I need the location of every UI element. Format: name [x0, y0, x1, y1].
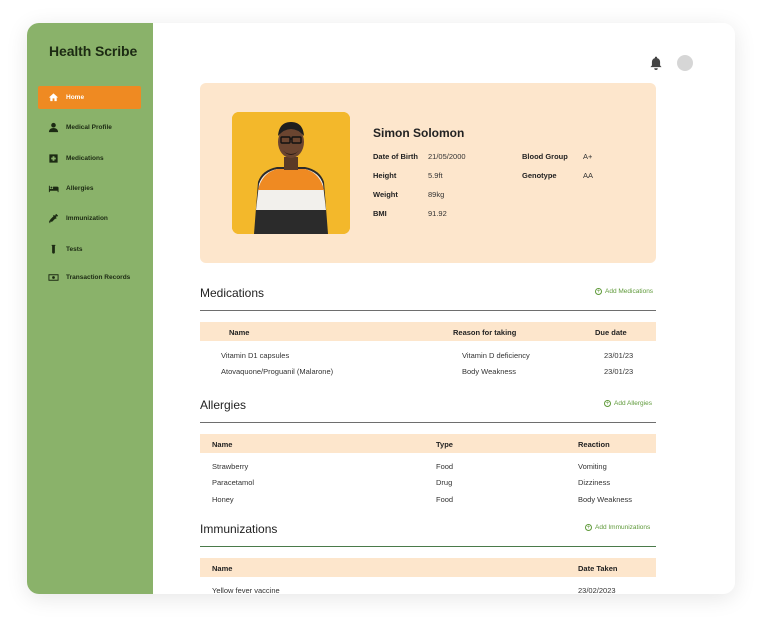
money-icon [47, 272, 59, 284]
app-title: Health Scribe [49, 43, 138, 59]
add-allergies-label: Add Allergies [614, 400, 652, 407]
immunization-name: Yellow fever vaccine [212, 586, 280, 594]
sidebar-item-home[interactable]: Home [38, 86, 141, 109]
sidebar-item-label: Medications [66, 155, 104, 162]
bmi-label: BMI [373, 209, 387, 218]
user-icon [47, 122, 59, 134]
column-header: Name [212, 564, 233, 573]
medications-table-header: Name Reason for taking Due date [200, 322, 656, 341]
height-label: Height [373, 171, 397, 180]
immunization-date: 23/02/2023 [578, 586, 616, 594]
home-icon [47, 92, 59, 104]
bell-icon[interactable] [649, 55, 663, 71]
patient-name: Simon Solomon [373, 126, 465, 140]
add-immunizations-button[interactable]: + Add Immunizations [585, 524, 650, 531]
divider [200, 422, 656, 423]
sidebar-item-label: Immunization [66, 215, 108, 222]
column-header: Date Taken [578, 564, 618, 573]
add-medications-label: Add Medications [605, 288, 654, 295]
sidebar-item-label: Medical Profile [66, 124, 112, 131]
allergy-type: Food [436, 495, 454, 504]
medications-title: Medications [200, 286, 265, 300]
allergy-reaction: Body Weakness [578, 495, 633, 504]
allergy-name: Strawberry [212, 462, 249, 471]
sidebar-item-allergies[interactable]: Allergies [38, 177, 141, 200]
medical-plus-icon [47, 153, 59, 165]
sidebar: Health Scribe Home Medical Profile Medic… [27, 23, 153, 594]
plus-circle-icon: + [595, 288, 602, 295]
immunizations-table-header: Name Date Taken [200, 558, 656, 577]
allergies-title: Allergies [200, 398, 247, 412]
user-avatar[interactable] [677, 55, 693, 71]
column-header: Due date [595, 328, 627, 337]
sidebar-item-label: Home [66, 94, 85, 101]
allergy-type: Drug [436, 478, 453, 487]
plus-circle-icon: + [604, 400, 611, 407]
sidebar-item-label: Transaction Records [66, 274, 131, 281]
sidebar-item-label: Tests [66, 246, 83, 253]
immunizations-title: Immunizations [200, 522, 278, 536]
medication-reason: Vitamin D deficiency [462, 351, 530, 360]
profile-card: Simon Solomon Date of Birth 21/05/2000 H… [200, 83, 656, 263]
height-value: 5.9ft [428, 171, 443, 180]
sidebar-item-medications[interactable]: Medications [38, 147, 141, 170]
column-header: Name [212, 440, 233, 449]
medication-due-date: 23/01/23 [604, 367, 634, 376]
medication-due-date: 23/01/23 [604, 351, 634, 360]
test-tube-icon [47, 244, 59, 256]
divider [200, 546, 656, 547]
allergy-name: Paracetamol [212, 478, 255, 487]
column-header: Reaction [578, 440, 610, 449]
dob-value: 21/05/2000 [428, 152, 466, 161]
dob-label: Date of Birth [373, 152, 418, 161]
allergy-name: Honey [212, 495, 234, 504]
medication-name: Atovaquone/Proguanil (Malarone) [221, 367, 334, 376]
bmi-value: 91.92 [428, 209, 447, 218]
app-window: Health Scribe Home Medical Profile Medic… [27, 23, 735, 594]
column-header: Type [436, 440, 453, 449]
genotype-value: AA [583, 171, 594, 180]
allergy-type: Food [436, 462, 454, 471]
allergy-reaction: Dizziness [578, 478, 611, 487]
syringe-icon [47, 213, 59, 225]
blood-group-value: A+ [583, 152, 593, 161]
medication-name: Vitamin D1 capsules [221, 351, 290, 360]
sidebar-item-label: Allergies [66, 185, 94, 192]
column-header: Name [229, 328, 250, 337]
add-immunizations-label: Add Immunizations [595, 524, 651, 531]
add-allergies-button[interactable]: + Add Allergies [604, 400, 652, 407]
divider [200, 310, 656, 311]
allergy-reaction: Vomiting [578, 462, 607, 471]
genotype-label: Genotype [522, 171, 557, 180]
sidebar-item-immunization[interactable]: Immunization [38, 207, 141, 230]
blood-group-label: Blood Group [522, 152, 568, 161]
sidebar-item-medical-profile[interactable]: Medical Profile [38, 116, 141, 139]
plus-circle-icon: + [585, 524, 592, 531]
main-content: Simon Solomon Date of Birth 21/05/2000 H… [153, 23, 735, 594]
column-header: Reason for taking [453, 328, 517, 337]
allergies-table-header: Name Type Reaction [200, 434, 656, 453]
add-medications-button[interactable]: + Add Medications [595, 288, 653, 295]
medication-reason: Body Weakness [462, 367, 517, 376]
sidebar-item-tests[interactable]: Tests [38, 238, 141, 261]
bed-icon [47, 183, 59, 195]
sidebar-item-transaction-records[interactable]: Transaction Records [38, 266, 141, 289]
weight-value: 89kg [428, 190, 445, 199]
weight-label: Weight [373, 190, 398, 199]
profile-photo [232, 112, 350, 234]
